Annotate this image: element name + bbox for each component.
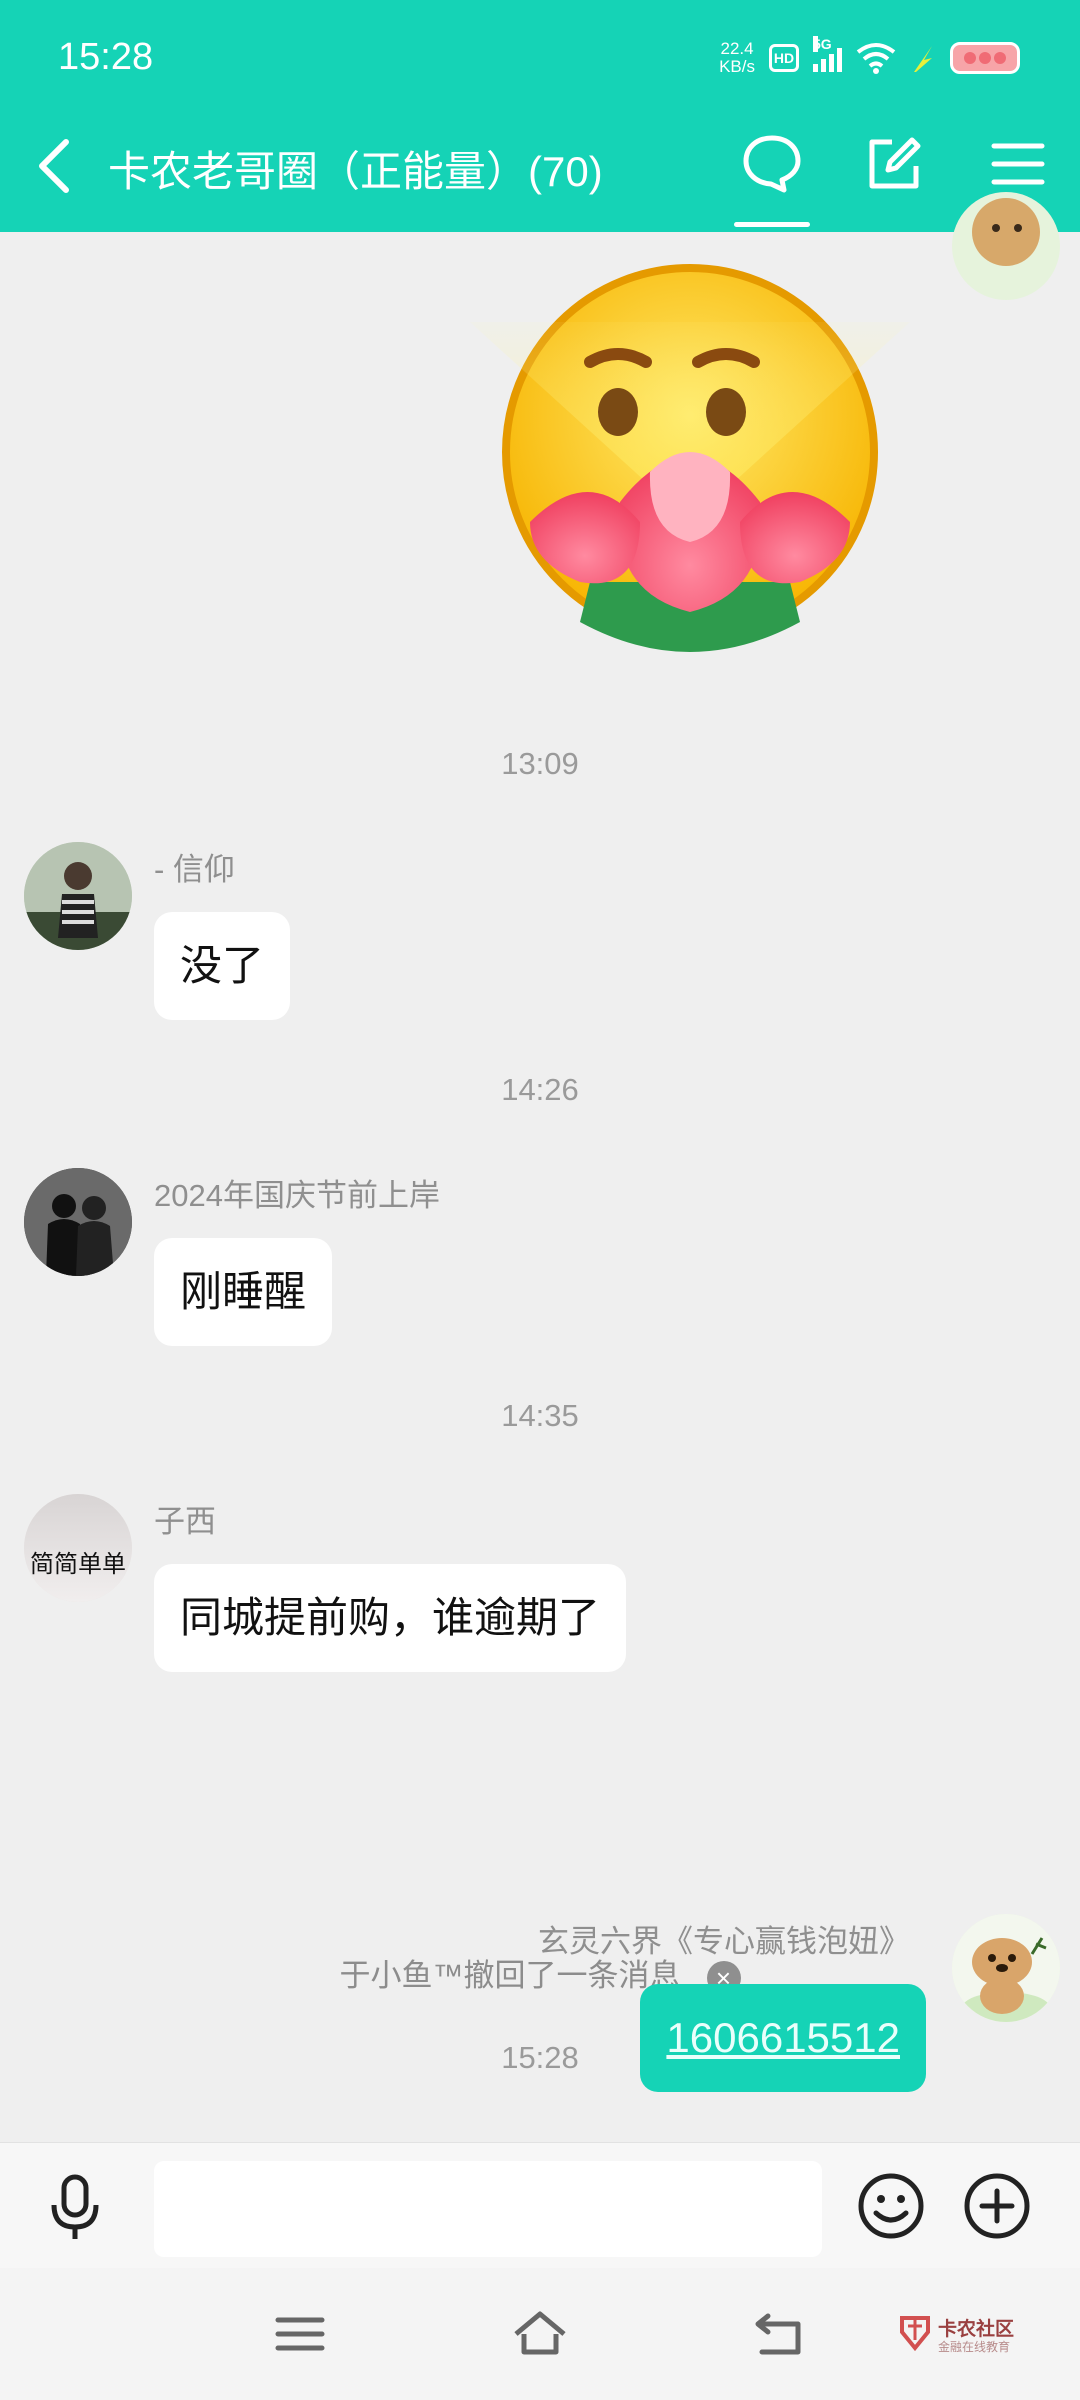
back-icon[interactable]	[750, 2304, 810, 2364]
battery-icon	[950, 42, 1020, 74]
dog-avatar-icon	[972, 198, 1040, 266]
avatar-me-partial[interactable]	[952, 192, 1060, 300]
watermark-title: 卡农社区	[938, 2319, 1015, 2340]
mic-icon[interactable]	[42, 2173, 108, 2243]
kanong-logo-icon	[900, 2316, 930, 2352]
recall-text: 于小鱼™撤回了一条消息	[339, 1958, 681, 1993]
charging-icon	[914, 46, 932, 72]
avatar[interactable]: 简简单单	[24, 1494, 132, 1602]
sender-name: 玄灵六界《专心赢钱泡妞》	[538, 1924, 910, 1959]
edit-icon[interactable]	[862, 132, 926, 196]
chat-area[interactable]: 13:09 - 信仰 没了 14:26 2024年国庆节前上岸 刚睡醒 14:3…	[0, 192, 1080, 2142]
avatar[interactable]	[24, 842, 132, 950]
dog-avatar-icon	[952, 1914, 1060, 2022]
watermark-logo: 卡农社区 金融在线教育	[898, 2312, 1028, 2358]
net-speed: 22.4 KB/s	[719, 40, 755, 76]
menu-icon[interactable]	[986, 132, 1050, 196]
home-icon[interactable]	[510, 2304, 570, 2364]
avatar-text: 简简单单	[30, 1550, 126, 1578]
page-title: 卡农老哥圈（正能量）(70)	[108, 148, 603, 195]
message-bubble[interactable]: 同城提前购，谁逾期了	[154, 1564, 627, 1672]
message-bubble-link[interactable]: 1606615512	[640, 1984, 926, 2092]
wifi-icon	[856, 43, 896, 74]
tab-indicator	[734, 222, 810, 227]
timestamp: 13:09	[501, 746, 579, 781]
emoji-sticker-icon[interactable]	[470, 262, 910, 682]
status-time: 15:28	[58, 36, 154, 78]
net-speed-unit: KB/s	[719, 57, 755, 76]
sender-name: 2024年国庆节前上岸	[154, 1178, 440, 1213]
timestamp: 14:26	[501, 1072, 579, 1107]
timestamp: 14:35	[501, 1398, 579, 1433]
plus-icon[interactable]	[962, 2171, 1032, 2241]
message-bubble[interactable]: 没了	[154, 912, 291, 1020]
app-header: 15:28 22.4 KB/s HD 5G 卡农老哥圈（正能量）(70)	[0, 0, 1080, 232]
cell-signal-icon: 5G	[813, 36, 842, 72]
message-bubble[interactable]: 刚睡醒	[154, 1238, 333, 1346]
back-icon[interactable]	[30, 136, 80, 196]
emoji-icon[interactable]	[856, 2171, 926, 2241]
hd-icon: HD	[769, 44, 799, 72]
net-speed-value: 22.4	[720, 39, 754, 58]
sender-name: 子西	[154, 1504, 216, 1539]
status-icons: 22.4 KB/s HD 5G	[719, 36, 1020, 78]
watermark-subtitle: 金融在线教育	[938, 2340, 1011, 2354]
menu-icon[interactable]	[270, 2304, 330, 2364]
chat-icon[interactable]	[740, 132, 804, 196]
system-nav-bar: 卡农社区 金融在线教育	[0, 2268, 1080, 2400]
sender-name: - 信仰	[154, 852, 235, 887]
avatar-me[interactable]	[952, 1914, 1060, 2022]
message-input[interactable]	[154, 2161, 822, 2257]
person-avatar-icon	[24, 842, 132, 950]
avatar[interactable]	[24, 1168, 132, 1276]
couple-avatar-icon	[24, 1168, 132, 1276]
network-type: 5G	[813, 36, 832, 52]
input-bar	[0, 2142, 1080, 2268]
